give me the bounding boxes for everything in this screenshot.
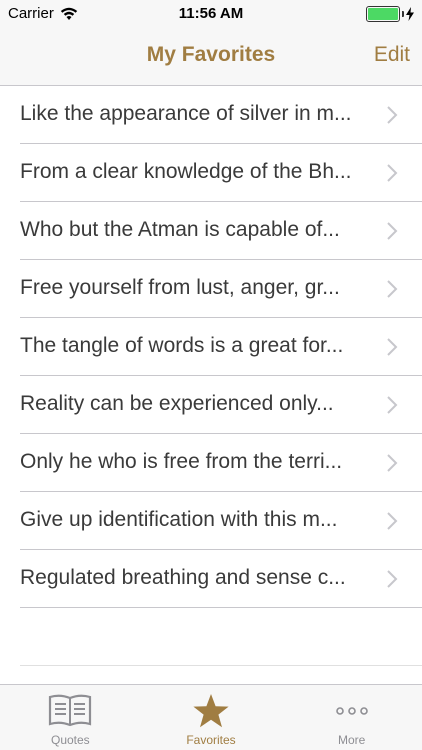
list-item[interactable]: Regulated breathing and sense c... (20, 550, 422, 608)
status-right (366, 6, 414, 22)
page-title: My Favorites (146, 43, 276, 66)
tab-more-label: More (338, 733, 366, 747)
book-icon (49, 694, 92, 727)
chevron-right-icon (387, 396, 398, 414)
chevron-right-icon (387, 338, 398, 356)
chevron-right-icon (387, 454, 398, 472)
favorite-quote-text: Who but the Atman is capable of... (20, 218, 340, 241)
list-separator (20, 665, 422, 666)
charging-bolt-icon (406, 7, 414, 21)
list-item[interactable]: From a clear knowledge of the Bh... (20, 144, 422, 202)
star-icon (193, 694, 229, 728)
favorite-quote-text: The tangle of words is a great for... (20, 334, 344, 357)
chevron-right-icon (387, 222, 398, 240)
favorites-list: Like the appearance of silver in m... Fro… (0, 86, 422, 666)
list-item[interactable]: Give up identification with this m... (20, 492, 422, 550)
battery-icon (366, 6, 400, 22)
favorite-quote-text: Like the appearance of silver in m... (20, 102, 352, 125)
chevron-right-icon (387, 106, 398, 124)
list-item[interactable]: The tangle of words is a great for... (20, 318, 422, 376)
list-item[interactable]: Who but the Atman is capable of... (20, 202, 422, 260)
favorite-quote-text: Only he who is free from the terri... (20, 450, 343, 473)
list-item[interactable]: Reality can be experienced only... (20, 376, 422, 434)
list-item[interactable]: Like the appearance of silver in m... (20, 86, 422, 144)
status-bar: Carrier 11:56 AM (0, 0, 422, 28)
favorite-quote-text: Free yourself from lust, anger, gr... (20, 276, 340, 299)
favorite-quote-text: From a clear knowledge of the Bh... (20, 160, 352, 183)
tab-quotes[interactable]: Quotes (0, 685, 141, 750)
more-dots-icon (335, 707, 368, 715)
tab-favorites-label: Favorites (186, 733, 236, 747)
tab-more[interactable]: More (281, 685, 422, 750)
navigation-bar: My Favorites Edit (0, 28, 422, 86)
tab-bar: Quotes Favorites More (0, 684, 422, 750)
favorite-quote-text: Reality can be experienced only... (20, 392, 334, 415)
tab-quotes-label: Quotes (50, 733, 90, 747)
favorite-quote-text: Give up identification with this m... (20, 508, 338, 531)
chevron-right-icon (387, 512, 398, 530)
battery-tip (402, 11, 404, 17)
edit-button[interactable]: Edit (374, 43, 410, 67)
tab-favorites[interactable]: Favorites (141, 685, 282, 750)
favorite-quote-text: Regulated breathing and sense c... (20, 566, 346, 589)
list-item[interactable]: Only he who is free from the terri... (20, 434, 422, 492)
status-time: 11:56 AM (178, 5, 244, 22)
battery-fill (368, 8, 398, 20)
chevron-right-icon (387, 280, 398, 298)
chevron-right-icon (387, 164, 398, 182)
list-item[interactable]: Free yourself from lust, anger, gr... (20, 260, 422, 318)
chevron-right-icon (387, 570, 398, 588)
